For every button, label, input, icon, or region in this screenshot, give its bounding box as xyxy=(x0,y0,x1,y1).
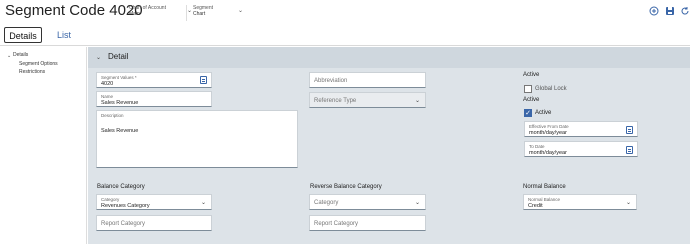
chevron-down-icon: ⌄ xyxy=(237,8,244,14)
balance-report-category-field[interactable]: Report Category xyxy=(96,215,212,231)
reverse-category-placeholder: Category xyxy=(314,200,339,206)
chevron-down-icon: ⌄ xyxy=(414,200,420,206)
normal-balance-label: Normal Balance xyxy=(528,197,561,202)
active-heading-2: Active xyxy=(523,97,540,103)
save-icon[interactable] xyxy=(665,6,675,16)
sidebar-nav: ⌄ Details Segment Options Restrictions xyxy=(0,47,87,244)
tab-list[interactable]: List xyxy=(52,27,76,43)
tab-bar: Details List xyxy=(0,26,690,46)
refresh-icon[interactable] xyxy=(680,6,690,16)
section-title: Detail xyxy=(108,52,129,61)
reverse-balance-category-heading: Reverse Balance Category xyxy=(310,184,382,190)
reverse-category-select[interactable]: Category ⌄ xyxy=(309,194,426,210)
chevron-down-icon: ⌄ xyxy=(96,55,102,61)
chart-of-account-value: Main xyxy=(129,11,140,17)
chevron-down-icon: ⌄ xyxy=(414,98,420,104)
segment-values-value: 4020 xyxy=(101,81,114,87)
collapse-caret-icon[interactable]: ⌄ xyxy=(7,53,11,59)
normal-balance-value: Credit xyxy=(528,203,543,209)
balance-category-select[interactable]: Category Revenues Category ⌄ xyxy=(96,194,212,210)
reference-type-select[interactable]: Reference Type ⌄ xyxy=(309,92,426,108)
segment-dropdown[interactable]: Segment Chart ⌄ xyxy=(193,5,243,17)
calendar-icon[interactable] xyxy=(626,146,633,154)
name-field[interactable]: Name Sales Revenue xyxy=(96,91,212,107)
section-header[interactable]: ⌄ Detail xyxy=(88,47,690,68)
detail-panel: ⌄ Detail Segment Values * 4020 Name Sale… xyxy=(88,47,690,244)
chevron-down-icon: ⌄ xyxy=(625,200,631,206)
sidebar-item-segment-options[interactable]: Segment Options xyxy=(19,61,58,67)
segment-value: Chart xyxy=(193,11,206,17)
name-value: Sales Revenue xyxy=(101,100,139,106)
sidebar-item-details[interactable]: Details xyxy=(13,52,28,58)
page-title: Segment Code 4020 xyxy=(5,2,143,19)
document-icon[interactable] xyxy=(200,76,207,84)
chevron-down-icon: ⌄ xyxy=(186,8,192,14)
reverse-report-category-field[interactable]: Report Category xyxy=(309,215,426,231)
effective-from-value: month/day/year xyxy=(529,130,567,136)
active-checkbox[interactable]: ✓ xyxy=(524,109,532,117)
to-date-label: To Date xyxy=(529,144,545,149)
effective-from-date-field[interactable]: Effective From Date month/day/year xyxy=(524,121,638,137)
tab-details[interactable]: Details xyxy=(4,27,42,43)
reference-type-placeholder: Reference Type xyxy=(314,98,357,104)
global-lock-checkbox[interactable] xyxy=(524,85,532,93)
global-lock-label: Global Lock xyxy=(535,86,567,92)
abbreviation-field[interactable]: Abbreviation xyxy=(309,72,426,88)
segment-values-field[interactable]: Segment Values * 4020 xyxy=(96,72,212,88)
sidebar-item-restrictions[interactable]: Restrictions xyxy=(19,69,45,75)
to-date-value: month/day/year xyxy=(529,150,567,156)
abbreviation-placeholder: Abbreviation xyxy=(314,78,348,84)
name-label: Name xyxy=(101,94,114,99)
effective-from-label: Effective From Date xyxy=(529,124,569,129)
balance-category-heading: Balance Category xyxy=(97,184,145,190)
balance-category-label: Category xyxy=(101,197,120,202)
to-date-field[interactable]: To Date month/day/year xyxy=(524,141,638,157)
active-heading: Active xyxy=(523,72,540,78)
normal-balance-heading: Normal Balance xyxy=(523,184,566,190)
chart-of-account-dropdown[interactable]: Chart of Account Main ⌄ xyxy=(129,5,192,17)
description-field[interactable]: Description Sales Revenue xyxy=(96,110,298,168)
balance-report-category-placeholder: Report Category xyxy=(101,221,146,227)
description-label: Description xyxy=(101,113,124,118)
chevron-down-icon: ⌄ xyxy=(200,200,206,206)
calendar-icon[interactable] xyxy=(626,126,633,134)
segment-values-label: Segment Values * xyxy=(101,75,137,80)
reverse-report-category-placeholder: Report Category xyxy=(314,221,359,227)
description-value: Sales Revenue xyxy=(101,128,139,134)
plus-circle-icon[interactable] xyxy=(649,6,659,16)
balance-category-value: Revenues Category xyxy=(101,203,150,209)
page-header: Segment Code 4020 Chart of Account Main … xyxy=(0,0,690,26)
normal-balance-select[interactable]: Normal Balance Credit ⌄ xyxy=(523,194,637,210)
header-divider xyxy=(186,5,187,21)
active-label: Active xyxy=(535,110,552,116)
